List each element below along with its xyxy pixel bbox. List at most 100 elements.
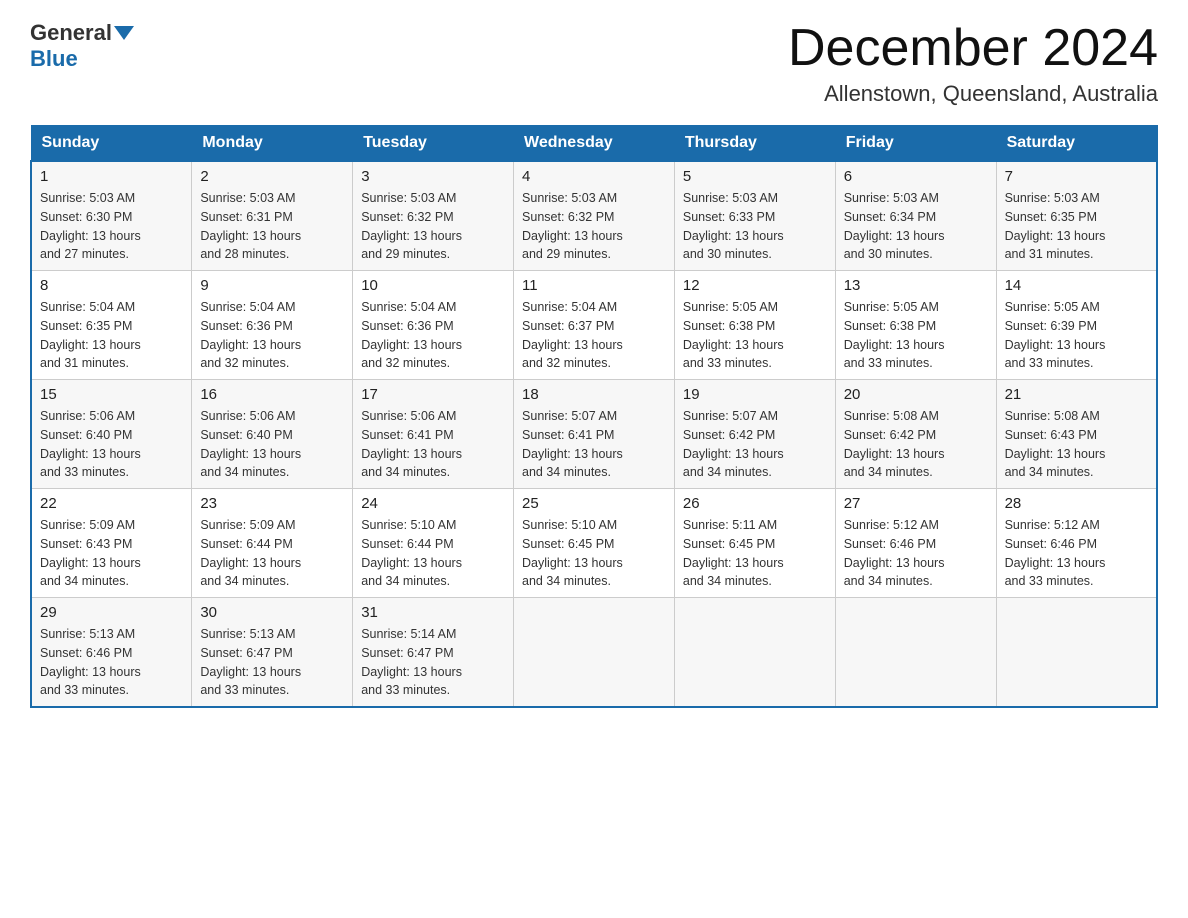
calendar-table: SundayMondayTuesdayWednesdayThursdayFrid… <box>30 125 1158 708</box>
calendar-cell-w3-d3: 17 Sunrise: 5:06 AM Sunset: 6:41 PM Dayl… <box>353 380 514 489</box>
day-info: Sunrise: 5:05 AM Sunset: 6:38 PM Dayligh… <box>844 298 988 373</box>
calendar-cell-w1-d4: 4 Sunrise: 5:03 AM Sunset: 6:32 PM Dayli… <box>514 161 675 271</box>
day-number: 13 <box>844 277 988 294</box>
day-number: 30 <box>200 604 344 621</box>
day-info: Sunrise: 5:11 AM Sunset: 6:45 PM Dayligh… <box>683 516 827 591</box>
day-number: 25 <box>522 495 666 512</box>
day-number: 10 <box>361 277 505 294</box>
day-number: 12 <box>683 277 827 294</box>
calendar-week-4: 22 Sunrise: 5:09 AM Sunset: 6:43 PM Dayl… <box>31 489 1157 598</box>
day-number: 15 <box>40 386 183 403</box>
calendar-week-3: 15 Sunrise: 5:06 AM Sunset: 6:40 PM Dayl… <box>31 380 1157 489</box>
logo-arrow-icon <box>114 26 134 40</box>
calendar-cell-w3-d6: 20 Sunrise: 5:08 AM Sunset: 6:42 PM Dayl… <box>835 380 996 489</box>
day-info: Sunrise: 5:09 AM Sunset: 6:43 PM Dayligh… <box>40 516 183 591</box>
day-number: 20 <box>844 386 988 403</box>
calendar-cell-w2-d7: 14 Sunrise: 5:05 AM Sunset: 6:39 PM Dayl… <box>996 271 1157 380</box>
day-number: 6 <box>844 168 988 185</box>
calendar-cell-w2-d3: 10 Sunrise: 5:04 AM Sunset: 6:36 PM Dayl… <box>353 271 514 380</box>
day-number: 14 <box>1005 277 1148 294</box>
calendar-cell-w3-d7: 21 Sunrise: 5:08 AM Sunset: 6:43 PM Dayl… <box>996 380 1157 489</box>
day-info: Sunrise: 5:05 AM Sunset: 6:38 PM Dayligh… <box>683 298 827 373</box>
header-saturday: Saturday <box>996 126 1157 162</box>
calendar-cell-w5-d2: 30 Sunrise: 5:13 AM Sunset: 6:47 PM Dayl… <box>192 598 353 708</box>
day-info: Sunrise: 5:03 AM Sunset: 6:34 PM Dayligh… <box>844 189 988 264</box>
day-info: Sunrise: 5:10 AM Sunset: 6:44 PM Dayligh… <box>361 516 505 591</box>
day-number: 4 <box>522 168 666 185</box>
day-number: 27 <box>844 495 988 512</box>
day-info: Sunrise: 5:05 AM Sunset: 6:39 PM Dayligh… <box>1005 298 1148 373</box>
calendar-cell-w1-d2: 2 Sunrise: 5:03 AM Sunset: 6:31 PM Dayli… <box>192 161 353 271</box>
calendar-cell-w4-d4: 25 Sunrise: 5:10 AM Sunset: 6:45 PM Dayl… <box>514 489 675 598</box>
logo: General Blue <box>30 20 136 72</box>
header-thursday: Thursday <box>674 126 835 162</box>
day-info: Sunrise: 5:03 AM Sunset: 6:33 PM Dayligh… <box>683 189 827 264</box>
calendar-cell-w1-d7: 7 Sunrise: 5:03 AM Sunset: 6:35 PM Dayli… <box>996 161 1157 271</box>
calendar-cell-w3-d5: 19 Sunrise: 5:07 AM Sunset: 6:42 PM Dayl… <box>674 380 835 489</box>
day-info: Sunrise: 5:06 AM Sunset: 6:40 PM Dayligh… <box>40 407 183 482</box>
day-info: Sunrise: 5:03 AM Sunset: 6:32 PM Dayligh… <box>361 189 505 264</box>
calendar-cell-w1-d1: 1 Sunrise: 5:03 AM Sunset: 6:30 PM Dayli… <box>31 161 192 271</box>
calendar-cell-w4-d2: 23 Sunrise: 5:09 AM Sunset: 6:44 PM Dayl… <box>192 489 353 598</box>
day-number: 2 <box>200 168 344 185</box>
calendar-cell-w3-d2: 16 Sunrise: 5:06 AM Sunset: 6:40 PM Dayl… <box>192 380 353 489</box>
day-number: 3 <box>361 168 505 185</box>
day-number: 18 <box>522 386 666 403</box>
day-number: 9 <box>200 277 344 294</box>
calendar-cell-w4-d5: 26 Sunrise: 5:11 AM Sunset: 6:45 PM Dayl… <box>674 489 835 598</box>
day-number: 26 <box>683 495 827 512</box>
calendar-cell-w2-d1: 8 Sunrise: 5:04 AM Sunset: 6:35 PM Dayli… <box>31 271 192 380</box>
day-info: Sunrise: 5:08 AM Sunset: 6:42 PM Dayligh… <box>844 407 988 482</box>
day-number: 24 <box>361 495 505 512</box>
calendar-cell-w3-d1: 15 Sunrise: 5:06 AM Sunset: 6:40 PM Dayl… <box>31 380 192 489</box>
day-info: Sunrise: 5:14 AM Sunset: 6:47 PM Dayligh… <box>361 625 505 700</box>
day-number: 5 <box>683 168 827 185</box>
day-info: Sunrise: 5:08 AM Sunset: 6:43 PM Dayligh… <box>1005 407 1148 482</box>
header-monday: Monday <box>192 126 353 162</box>
logo-general-text: General <box>30 20 112 46</box>
day-info: Sunrise: 5:06 AM Sunset: 6:41 PM Dayligh… <box>361 407 505 482</box>
calendar-cell-w5-d4 <box>514 598 675 708</box>
day-number: 31 <box>361 604 505 621</box>
day-info: Sunrise: 5:12 AM Sunset: 6:46 PM Dayligh… <box>844 516 988 591</box>
day-info: Sunrise: 5:07 AM Sunset: 6:41 PM Dayligh… <box>522 407 666 482</box>
calendar-cell-w5-d5 <box>674 598 835 708</box>
day-info: Sunrise: 5:13 AM Sunset: 6:47 PM Dayligh… <box>200 625 344 700</box>
calendar-cell-w2-d2: 9 Sunrise: 5:04 AM Sunset: 6:36 PM Dayli… <box>192 271 353 380</box>
day-info: Sunrise: 5:07 AM Sunset: 6:42 PM Dayligh… <box>683 407 827 482</box>
calendar-week-2: 8 Sunrise: 5:04 AM Sunset: 6:35 PM Dayli… <box>31 271 1157 380</box>
day-number: 8 <box>40 277 183 294</box>
calendar-subtitle: Allenstown, Queensland, Australia <box>788 81 1158 107</box>
title-block: December 2024 Allenstown, Queensland, Au… <box>788 20 1158 107</box>
day-info: Sunrise: 5:03 AM Sunset: 6:31 PM Dayligh… <box>200 189 344 264</box>
calendar-cell-w3-d4: 18 Sunrise: 5:07 AM Sunset: 6:41 PM Dayl… <box>514 380 675 489</box>
day-info: Sunrise: 5:10 AM Sunset: 6:45 PM Dayligh… <box>522 516 666 591</box>
calendar-cell-w2-d5: 12 Sunrise: 5:05 AM Sunset: 6:38 PM Dayl… <box>674 271 835 380</box>
calendar-cell-w4-d1: 22 Sunrise: 5:09 AM Sunset: 6:43 PM Dayl… <box>31 489 192 598</box>
day-info: Sunrise: 5:12 AM Sunset: 6:46 PM Dayligh… <box>1005 516 1148 591</box>
logo-blue-text: Blue <box>30 46 78 71</box>
calendar-cell-w2-d6: 13 Sunrise: 5:05 AM Sunset: 6:38 PM Dayl… <box>835 271 996 380</box>
day-info: Sunrise: 5:06 AM Sunset: 6:40 PM Dayligh… <box>200 407 344 482</box>
calendar-cell-w5-d1: 29 Sunrise: 5:13 AM Sunset: 6:46 PM Dayl… <box>31 598 192 708</box>
day-number: 11 <box>522 277 666 294</box>
day-number: 23 <box>200 495 344 512</box>
day-number: 17 <box>361 386 505 403</box>
page-header: General Blue December 2024 Allenstown, Q… <box>30 20 1158 107</box>
header-wednesday: Wednesday <box>514 126 675 162</box>
calendar-cell-w4-d3: 24 Sunrise: 5:10 AM Sunset: 6:44 PM Dayl… <box>353 489 514 598</box>
day-number: 22 <box>40 495 183 512</box>
day-info: Sunrise: 5:13 AM Sunset: 6:46 PM Dayligh… <box>40 625 183 700</box>
header-sunday: Sunday <box>31 126 192 162</box>
calendar-header-row: SundayMondayTuesdayWednesdayThursdayFrid… <box>31 126 1157 162</box>
day-info: Sunrise: 5:04 AM Sunset: 6:37 PM Dayligh… <box>522 298 666 373</box>
day-info: Sunrise: 5:04 AM Sunset: 6:36 PM Dayligh… <box>200 298 344 373</box>
calendar-cell-w4-d6: 27 Sunrise: 5:12 AM Sunset: 6:46 PM Dayl… <box>835 489 996 598</box>
calendar-cell-w5-d3: 31 Sunrise: 5:14 AM Sunset: 6:47 PM Dayl… <box>353 598 514 708</box>
day-number: 1 <box>40 168 183 185</box>
calendar-week-5: 29 Sunrise: 5:13 AM Sunset: 6:46 PM Dayl… <box>31 598 1157 708</box>
day-number: 16 <box>200 386 344 403</box>
calendar-cell-w5-d7 <box>996 598 1157 708</box>
calendar-cell-w1-d3: 3 Sunrise: 5:03 AM Sunset: 6:32 PM Dayli… <box>353 161 514 271</box>
calendar-cell-w1-d6: 6 Sunrise: 5:03 AM Sunset: 6:34 PM Dayli… <box>835 161 996 271</box>
